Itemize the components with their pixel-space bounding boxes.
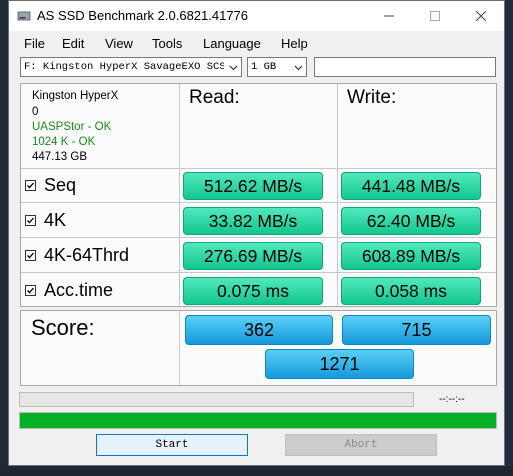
minimize-icon — [384, 15, 394, 17]
4k-read-value: 33.82 MB/s — [183, 207, 323, 235]
title-bar[interactable]: AS SSD Benchmark 2.0.6821.41776 — [9, 1, 504, 31]
checkmark-icon — [27, 217, 34, 224]
4k-64thrd-checkbox[interactable] — [25, 250, 36, 261]
score-write: 715 — [342, 315, 491, 345]
score-total: 1271 — [265, 349, 414, 379]
size-select[interactable]: 1 GB — [247, 57, 307, 77]
test-row-4k[interactable]: 4K — [25, 210, 66, 231]
desktop-background-right — [505, 0, 513, 476]
overall-progress-fill — [20, 413, 496, 428]
4k-64thrd-write-value: 608.89 MB/s — [341, 242, 481, 270]
drive-select[interactable]: F: Kingston HyperX SavageEXO SCSI — [20, 57, 242, 77]
abort-button[interactable]: Abort — [285, 434, 437, 456]
4k-label: 4K — [44, 210, 67, 230]
menu-file[interactable]: File — [24, 36, 45, 51]
read-header: Read: — [189, 87, 240, 108]
grid-line — [21, 168, 496, 169]
desktop-background-bottom — [0, 466, 513, 476]
checkmark-icon — [27, 252, 34, 259]
desktop-background-left — [0, 0, 8, 476]
grid-line — [21, 237, 496, 238]
grid-line — [21, 202, 496, 203]
maximize-button[interactable] — [412, 1, 458, 31]
acc-time-label: Acc.time — [44, 280, 114, 300]
menu-tools[interactable]: Tools — [152, 36, 182, 51]
size-select-value: 1 GB — [251, 61, 277, 73]
test-row-seq[interactable]: Seq — [25, 175, 76, 196]
minimize-button[interactable] — [366, 1, 412, 31]
menu-edit[interactable]: Edit — [62, 36, 84, 51]
4k-checkbox[interactable] — [25, 215, 36, 226]
text-field[interactable] — [314, 57, 496, 77]
close-icon — [476, 11, 486, 21]
seq-read-value: 512.62 MB/s — [183, 172, 323, 200]
drive-id: 0 — [32, 106, 39, 118]
menu-help[interactable]: Help — [281, 36, 308, 51]
seq-write-value: 441.48 MB/s — [341, 172, 481, 200]
maximize-icon — [430, 11, 440, 21]
acc-time-read-value: 0.075 ms — [183, 277, 323, 305]
elapsed-timer: --:--:-- — [439, 394, 465, 405]
menu-bar: File Edit View Tools Language Help — [9, 33, 504, 55]
drive-capacity: 447.13 GB — [32, 151, 87, 163]
grid-line — [179, 311, 180, 385]
driver-status: UASPStor - OK — [32, 121, 112, 133]
chevron-down-icon — [294, 65, 303, 71]
app-window: AS SSD Benchmark 2.0.6821.41776 File Edi… — [8, 0, 505, 466]
test-row-4k-64thrd[interactable]: 4K-64Thrd — [25, 245, 129, 266]
grid-line — [21, 272, 496, 273]
menu-view[interactable]: View — [105, 36, 133, 51]
drive-app-icon — [17, 11, 31, 21]
seq-checkbox[interactable] — [25, 180, 36, 191]
chevron-down-icon — [229, 65, 238, 71]
write-header: Write: — [347, 87, 397, 108]
window-title: AS SSD Benchmark 2.0.6821.41776 — [37, 8, 249, 23]
4k-write-value: 62.40 MB/s — [341, 207, 481, 235]
close-button[interactable] — [458, 1, 504, 31]
overall-progress-bar — [19, 412, 497, 429]
checkmark-icon — [27, 287, 34, 294]
acc-time-write-value: 0.058 ms — [341, 277, 481, 305]
acc-time-checkbox[interactable] — [25, 285, 36, 296]
test-row-acc-time[interactable]: Acc.time — [25, 280, 113, 301]
test-progress-bar — [19, 392, 414, 407]
score-read: 362 — [185, 315, 333, 345]
start-button[interactable]: Start — [96, 434, 248, 456]
alignment-status: 1024 K - OK — [32, 136, 96, 148]
seq-label: Seq — [44, 175, 77, 195]
4k-64thrd-label: 4K-64Thrd — [44, 245, 130, 265]
drive-select-value: F: Kingston HyperX SavageEXO SCSI — [24, 61, 224, 73]
drive-name: Kingston HyperX — [32, 90, 119, 102]
4k-64thrd-read-value: 276.69 MB/s — [183, 242, 323, 270]
score-label: Score: — [31, 315, 95, 340]
checkmark-icon — [27, 182, 34, 189]
menu-language[interactable]: Language — [203, 36, 261, 51]
